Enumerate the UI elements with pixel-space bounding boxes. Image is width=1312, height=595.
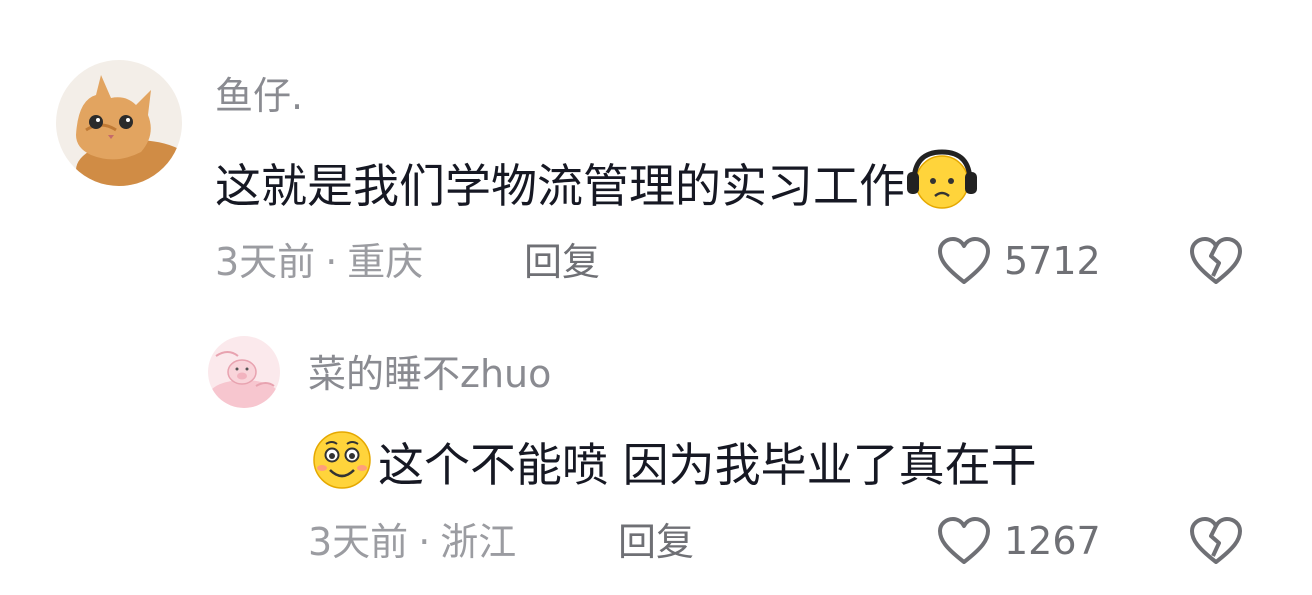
comment-text: 这个不能喷 因为我毕业了真在干	[308, 426, 1037, 504]
username[interactable]: 菜的睡不zhuo	[308, 350, 551, 398]
comment-time: 3天前	[308, 520, 409, 564]
like-button[interactable]: 1267	[936, 516, 1101, 566]
heart-icon	[938, 517, 990, 564]
grinning-blush-emoji	[308, 426, 378, 504]
dislike-button[interactable]	[1188, 516, 1244, 570]
comment-text-content: 这个不能喷 因为我毕业了真在干	[378, 438, 1037, 492]
broken-heart-icon	[1190, 517, 1242, 564]
meta-separator: ·	[418, 520, 431, 564]
like-count: 1267	[1004, 519, 1101, 563]
reply-button[interactable]: 回复	[618, 518, 694, 566]
reply-comment-item: 菜的睡不zhuo 这个不能喷 因为我毕业了真在干 3天前 · 浙江 回复 126…	[0, 0, 1312, 595]
pink-pig-avatar[interactable]	[208, 336, 280, 408]
comment-meta: 3天前 · 浙江	[308, 518, 516, 566]
comment-location: 浙江	[440, 520, 517, 564]
